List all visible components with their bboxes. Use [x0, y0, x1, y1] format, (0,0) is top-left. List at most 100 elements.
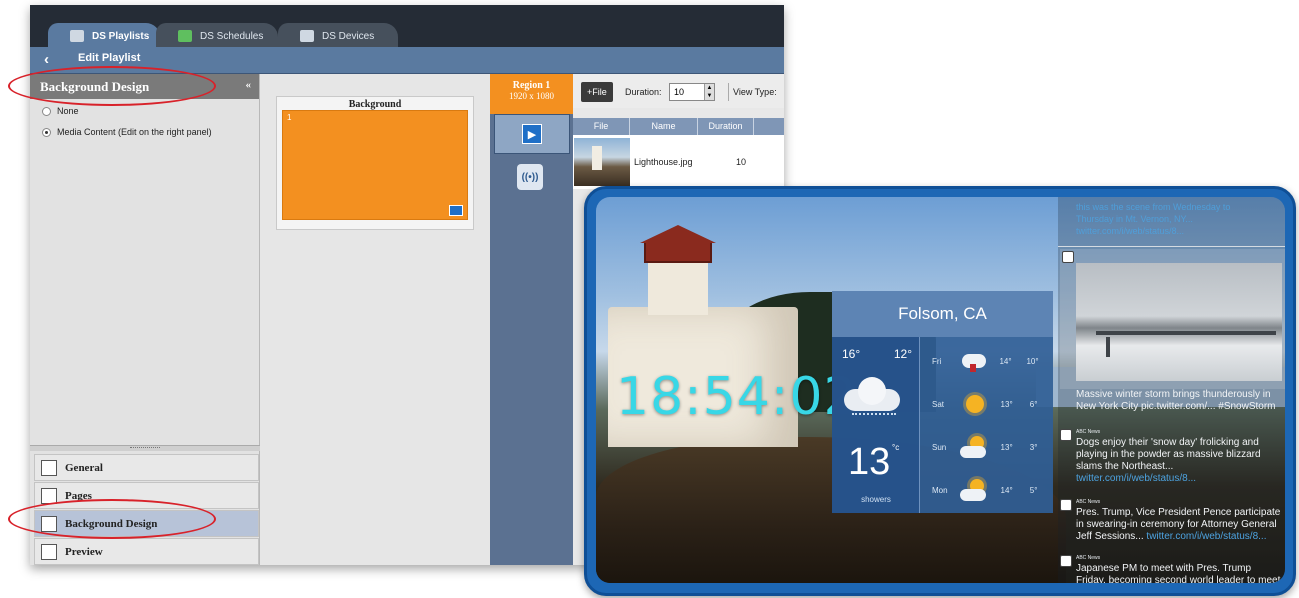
hi-lo-temps: 16° 12° [842, 347, 912, 361]
region-block[interactable]: 1 [282, 110, 468, 220]
tweet-caption: Massive winter storm brings thunderously… [1076, 389, 1276, 412]
forecast-day: Mon [932, 485, 948, 495]
forecast-low: 6° [1029, 399, 1038, 409]
nav-label: General [65, 461, 103, 474]
tweet-link[interactable]: twitter.com/i/web/status/8... [1146, 531, 1266, 542]
column-header[interactable]: Duration [698, 118, 754, 135]
region-number: 1 [287, 113, 292, 122]
tweet-text: Dogs enjoy their 'snow day' frolicking a… [1076, 437, 1281, 485]
region-title: Region 1 [512, 80, 551, 91]
forecast-low: 5° [1029, 485, 1038, 495]
showers-icon [844, 377, 904, 421]
lighthouse-tower [648, 255, 708, 315]
radio-label: Media Content (Edit on the right panel) [57, 127, 212, 137]
playlist-icon [70, 30, 84, 42]
partly-cloudy-icon [960, 479, 992, 501]
play-icon: ▶ [522, 124, 542, 144]
pier-post [1106, 337, 1110, 357]
low-temp: 12° [893, 347, 912, 361]
radio-button[interactable] [42, 106, 51, 116]
tab-ds-devices[interactable]: DS Devices [278, 23, 398, 49]
forecast-row: Mon 14° 5° [926, 470, 1050, 510]
abc-news-avatar [1060, 555, 1072, 567]
canvas-area: Background 1 [260, 74, 490, 565]
tweet-body: Dogs enjoy their 'snow day' frolicking a… [1076, 437, 1261, 472]
media-playlist-button[interactable]: ▶ [494, 114, 570, 154]
tab-label: DS Playlists [92, 30, 150, 42]
radio-label: None [57, 106, 79, 116]
duration-value[interactable]: 10 [674, 87, 684, 97]
feed-divider [1058, 246, 1285, 247]
abc-news-avatar [1062, 251, 1074, 263]
lighthouse-lamp [644, 241, 712, 263]
forecast-low: 3° [1029, 442, 1038, 452]
forecast-high: 13° [1000, 442, 1013, 452]
panel-splitter[interactable] [30, 445, 260, 451]
region-bar: Region 1 1920 x 1080 ▶ ((•)) [490, 74, 573, 565]
devices-icon [300, 30, 314, 42]
file-name: Lighthouse.jpg [634, 157, 693, 167]
thunderstorm-icon [960, 350, 992, 372]
forecast-row: Fri 14° 10° [926, 341, 1050, 381]
tweet-text: Pres. Trump, Vice President Pence partic… [1076, 507, 1281, 543]
nav-item-preview[interactable]: Preview [34, 538, 259, 565]
tweet-text: Japanese PM to meet with Pres. Trump Fri… [1076, 563, 1281, 583]
snow-storm-photo [1076, 263, 1282, 381]
annotation-ellipse-header [8, 66, 216, 106]
forecast-high: 13° [1000, 399, 1013, 409]
nav-label: Preview [65, 545, 103, 558]
radio-option-media-content[interactable]: Media Content (Edit on the right panel) [30, 123, 259, 139]
spin-icon[interactable]: ▲ ▼ [704, 84, 714, 100]
weather-widget: Folsom, CA 16° 12° 13 °c showers Fri 14°… [832, 291, 1053, 513]
annotation-ellipse-nav [8, 499, 216, 539]
abc-news-avatar [1060, 499, 1072, 511]
tab-label: DS Devices [322, 30, 375, 42]
weather-city: Folsom, CA [832, 291, 1053, 337]
lighthouse-thumbnail [574, 138, 630, 186]
tab-ds-schedules[interactable]: DS Schedules [156, 23, 278, 49]
forecast-day: Sun [932, 442, 947, 452]
tweet-handle: ABC News [1076, 555, 1101, 561]
column-header[interactable]: Name [630, 118, 698, 135]
weather-condition: showers [861, 495, 891, 504]
background-preview[interactable]: Background 1 [276, 96, 474, 230]
forecast-row: Sat 13° 6° [926, 384, 1050, 424]
signage-display-frame: 18:54:02 Folsom, CA 16° 12° 13 °c shower… [584, 186, 1296, 596]
duration-stepper[interactable]: 10 ▲ ▼ [669, 83, 715, 101]
feed-top-tweet: this was the scene from Wednesday to Thu… [1076, 202, 1231, 236]
abc-news-avatar [1060, 429, 1072, 441]
forecast-high: 14° [999, 356, 1012, 366]
clock-widget: 18:54:02 [616, 367, 858, 427]
region-size: 1920 x 1080 [509, 91, 554, 101]
duration-label: Duration: [625, 87, 662, 97]
left-panel: Background Design « None Media Content (… [30, 74, 260, 565]
back-arrow-icon[interactable]: ‹ [44, 51, 49, 68]
splitter-grip[interactable] [130, 447, 160, 449]
tweet-image-card [1060, 249, 1285, 389]
tweet-link[interactable]: twitter.com/i/web/status/8... [1076, 473, 1196, 484]
broadcast-icon[interactable]: ((•)) [517, 164, 543, 190]
preview-icon [41, 543, 57, 560]
current-weather: 16° 12° 13 °c showers [832, 337, 920, 513]
high-temp: 16° [842, 347, 861, 361]
media-icon [449, 205, 463, 216]
region-header[interactable]: Region 1 1920 x 1080 [490, 74, 573, 114]
lighthouse-roof [640, 225, 716, 243]
view-type-label: View Type: [733, 87, 777, 97]
tab-ds-playlists[interactable]: DS Playlists [48, 23, 160, 49]
add-file-button[interactable]: +File [581, 82, 613, 102]
forecast-low: 10° [1026, 356, 1039, 366]
column-header[interactable]: File [573, 118, 630, 135]
radio-button[interactable] [42, 127, 51, 137]
file-table-header: File Name Duration [573, 118, 784, 135]
sunny-icon [960, 393, 992, 415]
forecast-day: Sat [932, 399, 945, 409]
file-toolbar: +File Duration: 10 ▲ ▼ View Type: [573, 74, 784, 108]
tweet-handle: ABC News [1076, 429, 1101, 435]
nav-item-general[interactable]: General [34, 454, 259, 481]
forecast-row: Sun 13° 3° [926, 427, 1050, 467]
table-row[interactable]: Lighthouse.jpg 10 [573, 135, 784, 189]
temp-unit: °c [892, 443, 900, 452]
tab-label: DS Schedules [200, 30, 264, 42]
collapse-icon[interactable]: « [246, 79, 252, 91]
